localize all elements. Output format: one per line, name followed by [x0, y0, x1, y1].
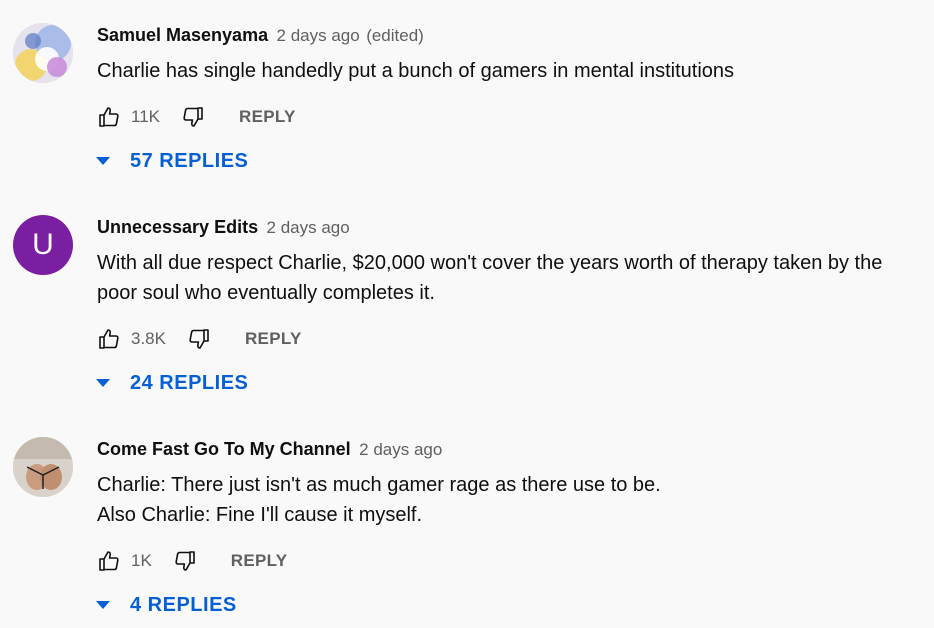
photo-avatar-icon [13, 437, 73, 497]
replies-count-label: 24 REPLIES [130, 371, 249, 394]
replies-count-label: 4 REPLIES [130, 593, 237, 616]
abstract-photo-avatar-icon [13, 23, 73, 83]
dislike-button[interactable] [187, 327, 211, 351]
comment-text-line: poor soul who eventually completes it. [97, 282, 435, 304]
like-button[interactable] [97, 327, 121, 351]
comment-text-line: With all due respect Charlie, $20,000 wo… [97, 252, 883, 274]
comment-text-line: Also Charlie: Fine I'll cause it myself. [97, 504, 423, 526]
comment-header: Samuel Masenyama 2 days ago (edited) [97, 25, 424, 46]
thumbs-down-icon [183, 107, 203, 127]
comment-toolbar: 3.8K REPLY [97, 324, 302, 354]
like-count: 3.8K [131, 329, 166, 348]
author-name[interactable]: Unnecessary Edits [97, 217, 258, 237]
like-count: 1K [131, 551, 152, 570]
reply-button[interactable]: REPLY [239, 107, 296, 127]
avatar[interactable]: U [13, 215, 73, 275]
thumbs-up-icon [99, 107, 119, 127]
author-name[interactable]: Samuel Masenyama [97, 25, 268, 45]
replies-count-label: 57 REPLIES [130, 149, 249, 172]
view-replies-button[interactable]: 4 REPLIES [93, 590, 237, 620]
comment-header: Come Fast Go To My Channel 2 days ago [97, 439, 442, 460]
comment-timestamp[interactable]: 2 days ago [267, 218, 350, 237]
thumbs-down-icon [189, 329, 209, 349]
comment-toolbar: 11K REPLY [97, 102, 296, 132]
thumbs-down-icon [175, 551, 195, 571]
edited-label: (edited) [366, 26, 424, 45]
caret-down-icon [93, 373, 113, 393]
reply-button[interactable]: REPLY [231, 551, 288, 571]
reply-button[interactable]: REPLY [245, 329, 302, 349]
comment-toolbar: 1K REPLY [97, 546, 287, 576]
avatar-letter: U [32, 228, 54, 261]
comment-text: Charlie: There just isn't as much gamer … [97, 470, 927, 530]
comment-text: With all due respect Charlie, $20,000 wo… [97, 248, 927, 308]
dislike-button[interactable] [173, 549, 197, 573]
comment-text-line: Charlie: There just isn't as much gamer … [97, 474, 661, 496]
like-count: 11K [131, 107, 160, 126]
like-button[interactable] [97, 549, 121, 573]
comment-text-line: Charlie has single handedly put a bunch … [97, 60, 735, 82]
caret-down-icon [93, 595, 113, 615]
dislike-button[interactable] [181, 105, 205, 129]
avatar[interactable] [13, 437, 73, 497]
thumbs-up-icon [99, 329, 119, 349]
view-replies-button[interactable]: 24 REPLIES [93, 368, 248, 398]
comment-timestamp[interactable]: 2 days ago [277, 26, 360, 45]
caret-down-icon [93, 151, 113, 171]
view-replies-button[interactable]: 57 REPLIES [93, 146, 248, 176]
comment-timestamp[interactable]: 2 days ago [359, 440, 442, 459]
author-name[interactable]: Come Fast Go To My Channel [97, 439, 351, 459]
comment-header: Unnecessary Edits 2 days ago [97, 217, 350, 238]
comment-text: Charlie has single handedly put a bunch … [97, 56, 927, 86]
like-button[interactable] [97, 105, 121, 129]
avatar[interactable] [13, 23, 73, 83]
thumbs-up-icon [99, 551, 119, 571]
